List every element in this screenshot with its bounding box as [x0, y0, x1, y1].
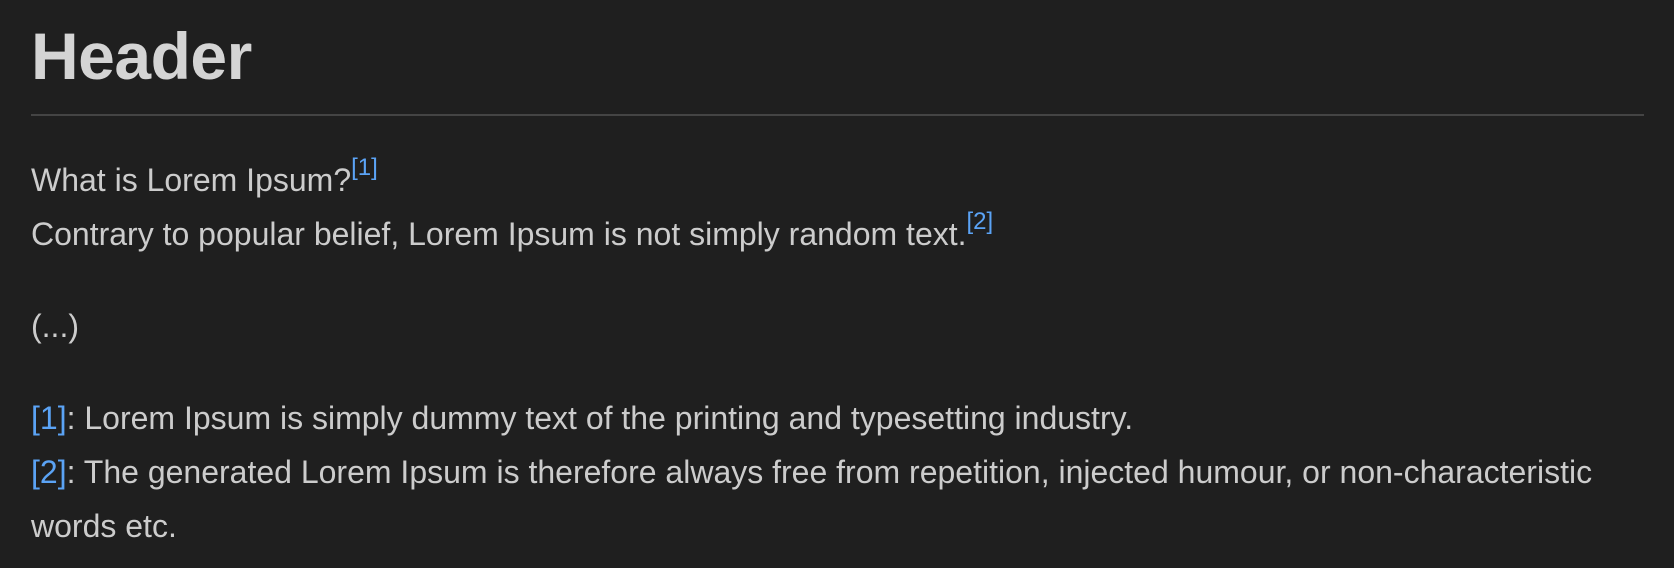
- footnote-superscript: [2]: [967, 208, 994, 235]
- body-paragraph: What is Lorem Ipsum?[1] Contrary to popu…: [31, 153, 1644, 261]
- page-title: Header: [31, 19, 252, 93]
- footnote-item: [1]: Lorem Ipsum is simply dummy text of…: [31, 391, 1644, 445]
- footnote-item: [2]: The generated Lorem Ipsum is theref…: [31, 445, 1644, 553]
- footnote-ref-2[interactable]: [2]: [967, 208, 994, 235]
- footnote-ref-1[interactable]: [1]: [351, 154, 378, 181]
- header-divider: [31, 114, 1644, 116]
- body-line-text: Contrary to popular belief, Lorem Ipsum …: [31, 216, 967, 252]
- body-line: What is Lorem Ipsum?[1]: [31, 153, 1644, 207]
- footnote-text: : The generated Lorem Ipsum is therefore…: [31, 454, 1593, 544]
- ellipsis-paragraph: (...): [31, 308, 79, 344]
- footnote-label-1[interactable]: [1]: [31, 400, 67, 436]
- markdown-document: Header What is Lorem Ipsum?[1] Contrary …: [31, 0, 1644, 553]
- footnotes-section: [1]: Lorem Ipsum is simply dummy text of…: [31, 391, 1644, 553]
- footnote-superscript: [1]: [351, 154, 378, 181]
- footnote-label-2[interactable]: [2]: [31, 454, 67, 490]
- body-line-text: What is Lorem Ipsum?: [31, 162, 352, 198]
- body-line: Contrary to popular belief, Lorem Ipsum …: [31, 207, 1644, 261]
- footnote-text: : Lorem Ipsum is simply dummy text of th…: [66, 400, 1134, 436]
